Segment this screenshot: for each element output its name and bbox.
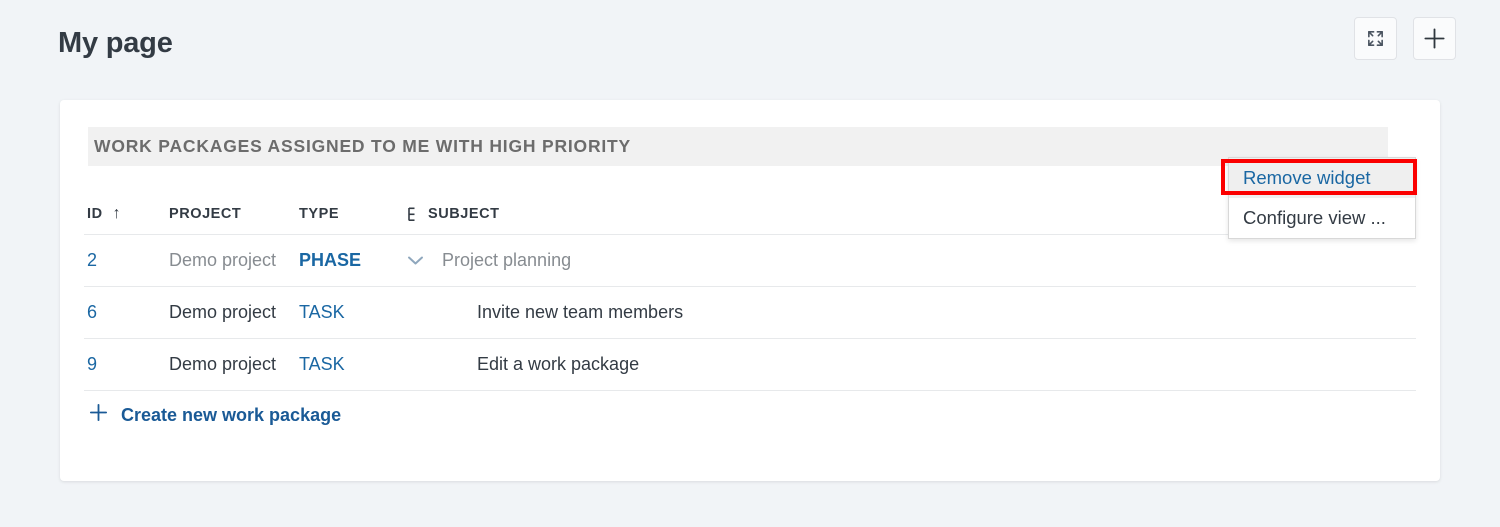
cell-type: PHASE [299, 250, 407, 271]
menu-item-remove-widget[interactable]: Remove widget [1229, 158, 1415, 198]
table-row[interactable]: 6 Demo project TASK Invite new team memb… [84, 287, 1416, 339]
cell-subject: Edit a work package [407, 354, 1416, 375]
project-name: Demo project [169, 354, 277, 374]
cell-id[interactable]: 6 [84, 302, 169, 323]
menu-item-configure-view-label: Configure view ... [1243, 207, 1386, 228]
subject-text: Edit a work package [477, 354, 640, 374]
work-package-id-link[interactable]: 9 [87, 354, 97, 375]
subject-text: Invite new team members [477, 302, 684, 322]
column-header-subject-label: SUBJECT [428, 206, 500, 222]
hierarchy-icon [407, 206, 420, 222]
cell-project: Demo project [169, 354, 299, 375]
type-label: PHASE [299, 250, 362, 270]
work-packages-table: ID ↑ PROJECT TYPE SUBJECT 2 Demo project… [84, 194, 1416, 391]
fullscreen-icon [1366, 29, 1385, 48]
cell-subject: Invite new team members [407, 302, 1416, 323]
type-label: TASK [299, 302, 345, 322]
work-package-id-link[interactable]: 6 [87, 302, 97, 323]
header-actions [1354, 17, 1456, 60]
work-package-id-link[interactable]: 2 [87, 250, 97, 271]
cell-type: TASK [299, 354, 407, 375]
menu-item-remove-widget-label: Remove widget [1243, 167, 1371, 188]
menu-item-configure-view[interactable]: Configure view ... [1229, 198, 1415, 238]
cell-type: TASK [299, 302, 407, 323]
plus-icon [88, 402, 109, 428]
arrow-up-icon: ↑ [112, 205, 122, 222]
chevron-down-icon[interactable] [407, 255, 442, 266]
plus-icon [1422, 26, 1447, 51]
column-header-project-label: PROJECT [169, 206, 242, 222]
table-row[interactable]: 9 Demo project TASK Edit a work package [84, 339, 1416, 391]
page-title: My page [58, 27, 173, 59]
cell-project: Demo project [169, 302, 299, 323]
column-header-type-label: TYPE [299, 206, 340, 222]
table-row[interactable]: 2 Demo project PHASE Project planning [84, 235, 1416, 287]
column-header-type[interactable]: TYPE [299, 206, 407, 222]
widget-title-bar: WORK PACKAGES ASSIGNED TO ME WITH HIGH P… [88, 127, 1388, 166]
column-header-id[interactable]: ID ↑ [84, 205, 169, 223]
column-header-id-label: ID [87, 206, 103, 222]
project-name: Demo project [169, 250, 277, 270]
cell-id[interactable]: 2 [84, 250, 169, 271]
cell-subject: Project planning [407, 250, 1416, 271]
table-header-row: ID ↑ PROJECT TYPE SUBJECT [84, 194, 1416, 235]
column-header-project[interactable]: PROJECT [169, 206, 299, 222]
widget-context-menu: Remove widget Configure view ... [1228, 157, 1416, 239]
page-header: My page [0, 0, 1500, 98]
type-label: TASK [299, 354, 345, 374]
subject-text: Project planning [442, 250, 572, 270]
create-new-work-package-label: Create new work package [121, 404, 342, 425]
widget-title: WORK PACKAGES ASSIGNED TO ME WITH HIGH P… [94, 136, 632, 156]
create-new-work-package-link[interactable]: Create new work package [84, 402, 341, 428]
cell-id[interactable]: 9 [84, 354, 169, 375]
project-name: Demo project [169, 302, 277, 322]
add-widget-button[interactable] [1413, 17, 1456, 60]
cell-project: Demo project [169, 250, 299, 271]
fullscreen-button[interactable] [1354, 17, 1397, 60]
